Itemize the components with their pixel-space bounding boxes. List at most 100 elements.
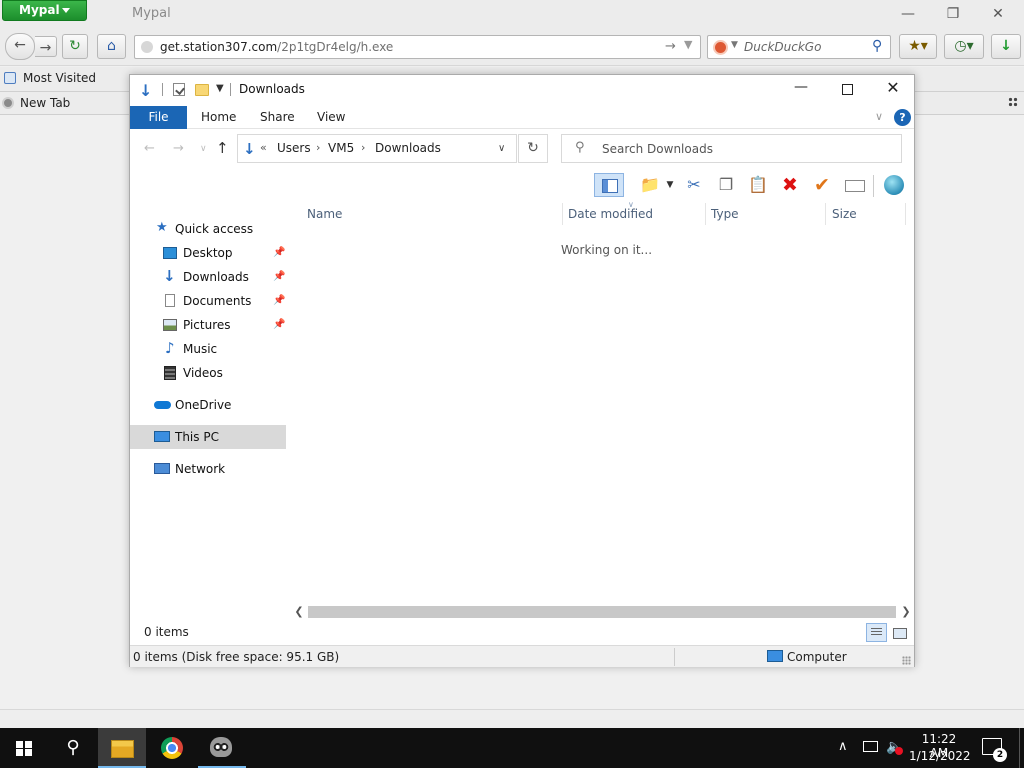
scroll-left-arrow-icon[interactable]: ❮ xyxy=(292,604,306,620)
sidebar-item-downloads[interactable]: ↓ Downloads 📌 xyxy=(130,265,286,289)
tab-favicon-icon xyxy=(2,97,14,109)
history-button[interactable]: ◷▾ xyxy=(944,34,984,59)
copy-icon[interactable]: ❐ xyxy=(714,173,738,197)
column-resize-handle[interactable] xyxy=(905,203,906,225)
url-text[interactable]: get.station307.com/2p1tgDr4elg/h.exe xyxy=(160,40,393,54)
site-identity-icon[interactable] xyxy=(141,41,153,53)
home-button[interactable]: ⌂ xyxy=(97,34,126,59)
duckduckgo-icon[interactable] xyxy=(713,40,728,55)
sidebar-item-documents[interactable]: Documents 📌 xyxy=(130,289,286,313)
tab-file[interactable]: File xyxy=(130,106,187,129)
taskbar-chrome-icon[interactable] xyxy=(148,728,196,768)
close-button[interactable]: ✕ xyxy=(986,3,1010,25)
sidebar-item-quick-access[interactable]: ★ Quick access xyxy=(130,217,286,241)
app-menu-label: Mypal xyxy=(19,3,60,17)
new-folder-button[interactable]: 📁 xyxy=(635,173,665,197)
preview-pane-button[interactable] xyxy=(594,173,624,197)
breadcrumb-overflow[interactable]: « xyxy=(260,141,267,154)
horizontal-scrollbar[interactable]: ❮ ❯ xyxy=(292,604,914,620)
taskbar-raccoon-app-icon[interactable] xyxy=(198,728,246,768)
clock-date[interactable]: 1/12/2022 xyxy=(909,749,971,763)
magnifier-icon[interactable]: ⚲ xyxy=(872,38,882,54)
rename-icon[interactable] xyxy=(842,173,866,197)
sidebar-item-pictures[interactable]: Pictures 📌 xyxy=(130,313,286,337)
tab-share[interactable]: Share xyxy=(260,110,295,124)
sidebar-item-music[interactable]: ♪ Music xyxy=(130,337,286,361)
tab-home[interactable]: Home xyxy=(201,110,236,124)
search-icon[interactable]: ⚲ xyxy=(50,728,96,768)
search-downloads-input[interactable]: ⚲ Search Downloads xyxy=(561,134,902,163)
app-menu-button[interactable]: Mypal xyxy=(2,0,87,21)
minimize-button[interactable]: — xyxy=(896,3,920,25)
navigation-pane: ★ Quick access Desktop 📌 ↓ Downloads 📌 Docum… xyxy=(130,203,290,613)
expand-ribbon-chevron-icon[interactable]: ∨ xyxy=(875,110,883,123)
sidebar-item-onedrive[interactable]: OneDrive xyxy=(130,393,286,417)
forward-button[interactable]: → xyxy=(173,141,184,156)
show-desktop-button[interactable] xyxy=(1019,728,1024,768)
tab-new-tab[interactable]: New Tab xyxy=(2,96,70,110)
ribbon-tabs: File Home Share View ∨ ? xyxy=(130,104,914,129)
sidebar-item-network[interactable]: Network xyxy=(130,457,286,481)
delete-icon[interactable]: ✖ xyxy=(778,173,802,197)
bookmarks-button[interactable]: ★▾ xyxy=(899,34,937,59)
scissors-icon[interactable]: ✂ xyxy=(682,173,706,197)
column-header-size[interactable]: Size xyxy=(832,207,857,221)
all-tabs-grid-icon[interactable] xyxy=(1008,97,1018,107)
customize-quick-access-dropdown[interactable]: ▼ xyxy=(216,83,224,94)
forward-button[interactable]: → xyxy=(35,36,57,57)
search-bar[interactable]: ▼ DuckDuckGo ⚲ xyxy=(707,35,891,59)
sidebar-item-desktop[interactable]: Desktop 📌 xyxy=(130,241,286,265)
up-one-level-button[interactable]: ↑ xyxy=(216,139,229,157)
restore-button[interactable]: ❐ xyxy=(941,3,965,25)
folder-options-globe-icon[interactable] xyxy=(880,173,908,197)
reload-button[interactable]: ↻ xyxy=(62,34,88,59)
breadcrumb-downloads[interactable]: Downloads xyxy=(375,141,441,155)
close-button[interactable]: ✕ xyxy=(878,78,908,100)
url-bar[interactable]: get.station307.com/2p1tgDr4elg/h.exe → ▼ xyxy=(134,35,701,59)
paste-clipboard-icon[interactable]: 📋 xyxy=(746,173,770,197)
address-dropdown-icon[interactable]: ∨ xyxy=(498,143,505,154)
help-icon[interactable]: ? xyxy=(894,109,911,126)
sidebar-item-this-pc[interactable]: This PC xyxy=(130,425,286,449)
go-arrow-icon[interactable]: → xyxy=(665,39,676,54)
new-folder-icon[interactable] xyxy=(195,84,209,96)
chevron-right-icon[interactable]: › xyxy=(361,141,365,154)
column-header-type[interactable]: Type xyxy=(711,207,739,221)
back-button[interactable]: ← xyxy=(5,33,35,60)
chevron-right-icon[interactable]: › xyxy=(316,141,320,154)
large-icons-view-button[interactable] xyxy=(891,624,908,641)
breadcrumb-users[interactable]: Users xyxy=(277,141,311,155)
taskbar-file-explorer-icon[interactable] xyxy=(98,728,146,768)
refresh-button[interactable]: ↻ xyxy=(518,134,548,163)
properties-checkbox-icon[interactable] xyxy=(173,83,185,96)
column-resize-handle[interactable] xyxy=(825,203,826,225)
recent-locations-chevron-icon[interactable]: ∨ xyxy=(200,144,207,154)
column-resize-handle[interactable] xyxy=(705,203,706,225)
column-header-date-modified[interactable]: Date modified xyxy=(568,207,653,221)
muted-badge-icon xyxy=(895,747,903,755)
network-tray-icon[interactable] xyxy=(863,741,878,752)
column-header-name[interactable]: Name xyxy=(307,207,342,221)
details-view-button[interactable] xyxy=(866,623,887,642)
downloads-button[interactable]: ↓ xyxy=(991,34,1021,59)
scrollbar-thumb[interactable] xyxy=(308,606,896,618)
taskbar: ⚲ ∧ 🔈 11:22 AM 1/12/2022 2 xyxy=(0,728,1024,768)
chevron-down-icon[interactable]: ▼ xyxy=(665,173,675,197)
breadcrumb[interactable]: ↓ « Users › VM5 › Downloads ∨ xyxy=(237,134,517,163)
column-resize-handle[interactable] xyxy=(562,203,563,225)
resize-grip[interactable] xyxy=(902,656,911,665)
scroll-right-arrow-icon[interactable]: ❯ xyxy=(899,604,913,620)
url-history-dropdown-icon[interactable]: ▼ xyxy=(684,38,692,51)
maximize-button[interactable] xyxy=(832,79,862,101)
chevron-down-icon[interactable]: ▼ xyxy=(731,40,738,50)
bookmark-most-visited[interactable]: Most Visited xyxy=(4,71,96,85)
breadcrumb-vm5[interactable]: VM5 xyxy=(328,141,354,155)
sidebar-item-videos[interactable]: Videos xyxy=(130,361,286,385)
minimize-button[interactable]: — xyxy=(786,79,816,101)
back-button[interactable]: ← xyxy=(144,141,155,156)
search-input[interactable]: DuckDuckGo xyxy=(744,40,821,54)
show-hidden-icons-chevron-icon[interactable]: ∧ xyxy=(838,739,848,754)
checkmark-icon[interactable]: ✔ xyxy=(810,173,834,197)
windows-start-button[interactable] xyxy=(0,728,48,768)
tab-view[interactable]: View xyxy=(317,110,345,124)
